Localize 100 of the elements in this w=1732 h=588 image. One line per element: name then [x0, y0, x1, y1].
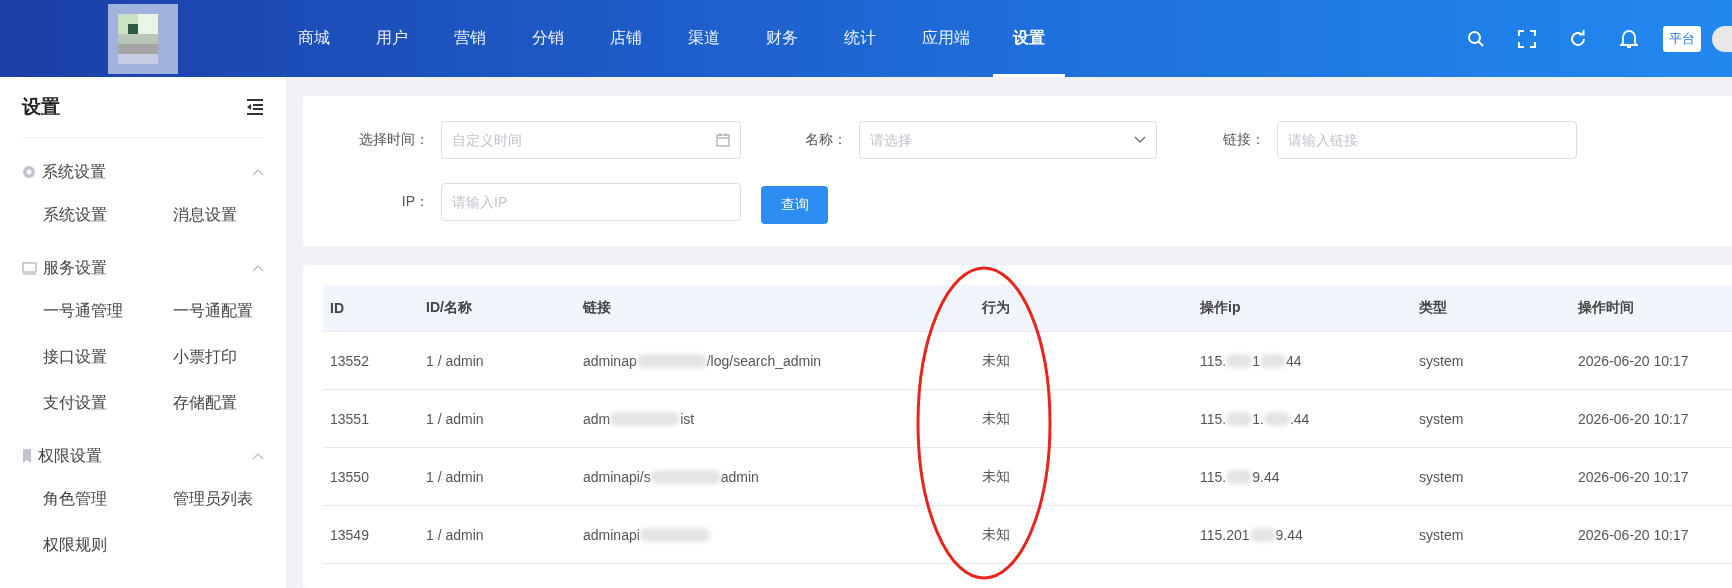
column-header: ID/名称 [425, 299, 473, 317]
table-cell: 44 [1286, 352, 1302, 369]
nav-tab[interactable]: 统计 [821, 0, 899, 77]
gear-icon [22, 165, 36, 179]
column-header: 链接 [581, 299, 612, 317]
caret-icon [1134, 136, 1146, 144]
table-cell: 9.44 [1252, 468, 1280, 485]
redaction [1263, 411, 1290, 426]
table-cell-text: 2026-06-20 10:17 [1577, 468, 1690, 485]
avatar[interactable] [1712, 25, 1732, 52]
sidebar-item[interactable]: 角色管理 [43, 476, 107, 522]
table-cell: ist [680, 410, 695, 427]
nav-tab[interactable]: 分销 [509, 0, 587, 77]
redaction [1249, 527, 1276, 542]
nav-tab[interactable]: 用户 [353, 0, 431, 77]
table-cell-text: 1 / admin [425, 526, 485, 543]
sidebar-item[interactable]: 存储配置 [173, 380, 237, 426]
sidebar-item[interactable]: 权限规则 [43, 522, 107, 568]
table-cell-text: 1 / admin [425, 468, 485, 485]
menu-group[interactable]: 系统设置 [22, 152, 264, 192]
table-cell: admin [720, 468, 759, 485]
table-cell: 9.44 [1275, 526, 1303, 543]
table-cell-text: system [1418, 526, 1465, 543]
menu-group[interactable]: 权限设置 [22, 436, 264, 476]
table-cell-text: system [1418, 410, 1465, 427]
table-cell-text: 2026-06-20 10:17 [1577, 352, 1690, 369]
fullscreen-icon[interactable] [1518, 29, 1536, 48]
table-cell: 115. [1200, 410, 1227, 427]
sidebar-item[interactable]: 系统设置 [43, 192, 107, 238]
logo-icon [108, 3, 178, 74]
table-cell: 1. [1252, 410, 1264, 427]
table-cell: .44 [1289, 410, 1310, 427]
search-icon[interactable] [1467, 29, 1485, 48]
table-cell-text: 未知 [981, 467, 1011, 486]
table-cell-text: 未知 [981, 409, 1011, 428]
field-label: 名称： [804, 131, 848, 149]
field-label: 链接： [1222, 131, 1266, 149]
table-cell: adminapi/s [583, 468, 651, 485]
table-cell-text: 13551 [329, 410, 370, 427]
sidebar-title: 设置 [22, 95, 60, 119]
sidebar-item[interactable]: 一号通管理 [43, 288, 123, 334]
column-header: 类型 [1418, 299, 1448, 317]
nav-tab[interactable]: 店铺 [587, 0, 665, 77]
select-field[interactable]: 请选择 [859, 121, 1157, 159]
table-cell-text: system [1418, 468, 1465, 485]
sidebar-item[interactable]: 接口设置 [43, 334, 107, 380]
column-header: ID [329, 300, 345, 316]
chevron-icon [252, 168, 264, 176]
nav-tab[interactable]: 设置 [993, 0, 1065, 77]
bookmark-icon [22, 449, 32, 463]
table-cell-text: 1 / admin [425, 410, 485, 427]
sidebar-item[interactable]: 小票打印 [173, 334, 237, 380]
chevron-icon [252, 264, 264, 272]
bell-icon[interactable] [1620, 28, 1638, 49]
table-cell-text: 未知 [981, 525, 1011, 544]
redaction [1226, 469, 1253, 484]
sidebar-item[interactable]: 消息设置 [173, 192, 237, 238]
redaction [1226, 353, 1253, 368]
redaction [1226, 411, 1253, 426]
redaction [639, 527, 710, 542]
column-header: 行为 [981, 299, 1011, 317]
table-cell: 1 [1252, 352, 1260, 369]
field-label: IP： [400, 193, 430, 211]
table-cell-text: 2026-06-20 10:17 [1577, 526, 1690, 543]
menu-group[interactable]: 服务设置 [22, 248, 264, 288]
input-field[interactable]: 请输入链接 [1277, 121, 1577, 159]
redaction [610, 411, 681, 426]
table-cell-text: system [1418, 352, 1465, 369]
nav-tab[interactable]: 渠道 [665, 0, 743, 77]
collapse-menu-icon[interactable] [246, 99, 264, 115]
field-label: 选择时间： [358, 131, 430, 149]
platform-badge[interactable]: 平台 [1663, 25, 1701, 52]
table-cell: adminapi [583, 526, 640, 543]
nav-tab[interactable]: 财务 [743, 0, 821, 77]
table-cell-text: 1 / admin [425, 352, 485, 369]
table-cell-text: 2026-06-20 10:17 [1577, 410, 1690, 427]
sidebar-item[interactable]: 一号通配置 [173, 288, 253, 334]
column-header: 操作时间 [1577, 299, 1635, 317]
redaction [1260, 353, 1286, 368]
nav-tab[interactable]: 商城 [275, 0, 353, 77]
nav-tab[interactable]: 营销 [431, 0, 509, 77]
sidebar-item[interactable]: 支付设置 [43, 380, 107, 426]
table-cell-text: 未知 [981, 351, 1011, 370]
input-field[interactable]: 请输入IP [441, 183, 741, 221]
table-cell: adminap [583, 352, 637, 369]
refresh-icon[interactable] [1569, 29, 1587, 48]
chevron-icon [252, 452, 264, 460]
table-cell-text: 13552 [329, 352, 370, 369]
calendar-icon [716, 133, 730, 147]
table-cell-text: 13549 [329, 526, 370, 543]
date-field[interactable]: 自定义时间 [441, 121, 741, 159]
table-cell: adm [583, 410, 611, 427]
redaction [636, 353, 707, 368]
monitor-icon [22, 261, 37, 275]
column-header: 操作ip [1199, 299, 1242, 317]
table-cell: 115. [1200, 352, 1227, 369]
sidebar-item[interactable]: 管理员列表 [173, 476, 253, 522]
table-cell: 115.201 [1200, 526, 1250, 543]
table-cell: /log/search_admin [706, 352, 822, 369]
nav-tab[interactable]: 应用端 [899, 0, 993, 77]
